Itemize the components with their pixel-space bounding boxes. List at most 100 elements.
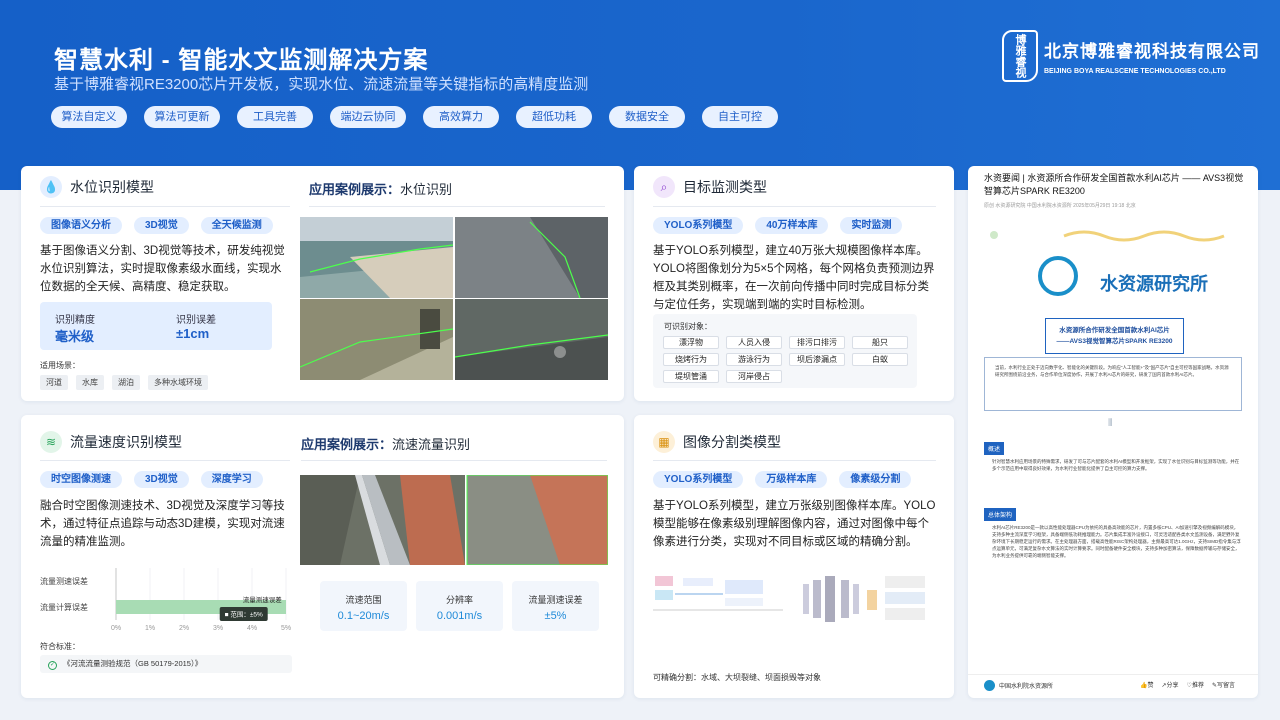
tag-pill: 时空图像测速 (40, 471, 122, 488)
object-chip: 烧烤行为 (663, 353, 719, 366)
tag-pill: 万级样本库 (755, 471, 828, 488)
page-subtitle: 基于博雅睿视RE3200芯片开发板，实现水位、流速流量等关键指标的高精度监测 (54, 76, 589, 93)
article-paragraph: 针对智慧水利应用场景的特殊需求，研发了可与芯片配套的水利AI模型和开发框架，实现… (992, 459, 1240, 471)
object-chip: 人员入侵 (726, 336, 782, 349)
target-detection-card: ⌕ 目标监测类型 YOLO系列模型 40万样本库 实时监测 基于YOLO系列模型… (634, 166, 954, 401)
article-banner: 水资源所合作研发全国首款水利AI芯片 ——AVS3视觉智算芯片SPARK RE32… (1045, 318, 1184, 354)
object-chip: 白蚁 (852, 353, 908, 366)
audio-icon: ⦀ (1108, 418, 1113, 429)
target-title: ⌕ 目标监测类型 (653, 176, 767, 198)
feature-tag: 算法可更新 (144, 106, 220, 128)
x-tick-label: 5% (281, 625, 291, 632)
annotation-label: 流量测速误差 (243, 595, 283, 604)
tag-pill: 全天候监测 (200, 217, 273, 234)
page-title: 智慧水利 - 智能水文监测解决方案 (54, 47, 429, 74)
comment-button[interactable]: ✎写留言 (1212, 680, 1235, 689)
tag-pill: 深度学习 (200, 471, 263, 488)
x-tick-label: 4% (247, 625, 257, 632)
water-level-photos (300, 217, 608, 380)
x-tick-label: 3% (213, 625, 223, 632)
institute-logo-icon (1038, 256, 1078, 296)
feature-tag: 自主可控 (702, 106, 778, 128)
share-button[interactable]: ↗分享 (1162, 680, 1179, 689)
error-chart: 0% 1% 2% 3% 4% 5%流量测速误差流量计算误差流量测速误差■ 范围：±5% (40, 568, 291, 632)
tag-pill: 实时监测 (840, 217, 903, 234)
stat-box: 流量测速误差 ±5% (512, 581, 599, 631)
header-banner (0, 0, 1280, 190)
recommend-button[interactable]: ♡推荐 (1187, 680, 1204, 689)
object-chip: 排污口排污 (789, 336, 845, 349)
standard-label: 符合标准： (40, 642, 80, 651)
metric-value: ±1cm (176, 326, 210, 341)
metric-label: 识别误差 (176, 315, 216, 326)
grid-icon: ▦ (653, 431, 675, 453)
object-chip: 漂浮物 (663, 336, 719, 349)
segmentation-card: ▦ 图像分割类模型 YOLO系列模型 万级样本库 像素级分割 基于YOLO系列模… (634, 415, 954, 698)
stat-box: 流速范围 0.1~20m/s (320, 581, 407, 631)
search-icon: ⌕ (653, 176, 675, 198)
feature-tag: 工具完善 (237, 106, 313, 128)
standard-item: ✓ 《河流流量测验规范（GB 50179-2015）》 (40, 655, 292, 673)
segmentation-caption: 可精确分割：水域、大坝裂缝、坝面损毁等对象 (653, 673, 821, 682)
object-chip: 船只 (852, 336, 908, 349)
water-level-desc: 基于图像语义分割、3D视觉等技术，研发纯视觉水位识别算法，实时提取像素级水面线，… (40, 245, 285, 293)
flow-card: ≋ 流量速度识别模型 时空图像测速 3D视觉 深度学习 融合时空图像测速技术、3… (21, 415, 624, 698)
segmentation-title: ▦ 图像分割类模型 (653, 431, 781, 453)
object-chip: 堤坝管涌 (663, 370, 719, 383)
case-title: 应用案例展示：水位识别 (309, 182, 453, 197)
x-tick-label: 1% (145, 625, 155, 632)
institute-name: 水资源研究所 (1100, 274, 1208, 294)
scene-chip: 河道 (40, 375, 68, 390)
logo-mark: 博雅睿视 (1002, 30, 1038, 82)
flow-title: ≋ 流量速度识别模型 (40, 431, 182, 453)
metric-value: 毫米级 (55, 329, 95, 344)
article-headline: 水资要闻 | 水资源所合作研发全国首款水利AI芯片 —— AVS3视觉智算芯片S… (984, 173, 1244, 196)
tag-pill: YOLO系列模型 (653, 471, 744, 488)
stat-box: 分辨率 0.001m/s (416, 581, 503, 631)
flow-case-title: 应用案例展示：流速流量识别 (301, 437, 471, 452)
account-footer[interactable]: 中国水利院水资源所 (984, 680, 1053, 691)
feature-tag: 数据安全 (609, 106, 685, 128)
check-icon: ✓ (48, 661, 57, 670)
water-level-card: 💧 水位识别模型 图像语义分析 3D视觉 全天候监测 基于图像语义分割、3D视觉… (21, 166, 624, 401)
scene-chip: 水库 (76, 375, 104, 390)
article-intro: 当前，水利行业正处于迈向数字化、智能化的关键阶段。为响应“人工智能+”及“国产芯… (984, 357, 1242, 411)
tag-pill: YOLO系列模型 (653, 217, 744, 234)
account-avatar-icon (984, 680, 995, 691)
tag-pill: 3D视觉 (134, 471, 189, 488)
water-drop-icon: 💧 (40, 176, 62, 198)
flow-photos (300, 475, 608, 565)
company-name-cn: 北京博雅睿视科技有限公司 (1044, 42, 1260, 61)
tag-pill: 像素级分割 (839, 471, 912, 488)
flow-desc: 融合时空图像测速技术、3D视觉及深度学习等技术，通过特征点追踪与动态3D建模，实… (40, 500, 285, 548)
news-article-card[interactable]: 水资要闻 | 水资源所合作研发全国首款水利AI芯片 —— AVS3视觉智算芯片S… (968, 166, 1258, 698)
decorative-banner (984, 226, 1242, 244)
like-button[interactable]: 👍赞 (1140, 680, 1154, 689)
scenes-label: 适用场景： (40, 361, 80, 370)
article-meta: 原创 水资源研究院 中国水利院水资源所 2025年05月29日 19:18 北京 (984, 203, 1136, 209)
water-level-title: 💧 水位识别模型 (40, 176, 154, 198)
feature-tag: 端边云协同 (330, 106, 406, 128)
feature-tag: 超低功耗 (516, 106, 592, 128)
feature-tag: 算法自定义 (51, 106, 127, 128)
metric-label: 识别精度 (55, 315, 95, 326)
tag-pill: 3D视觉 (134, 217, 189, 234)
segmentation-architecture-diagram (653, 570, 935, 632)
tag-pill: 图像语义分析 (40, 217, 122, 234)
tooltip-text: ■ 范围：±5% (225, 610, 263, 619)
objects-label: 可识别对象： (664, 322, 712, 331)
scene-chip: 多种水域环境 (148, 375, 208, 390)
section-heading: 总体架构 (984, 508, 1017, 521)
accuracy-metrics: 识别精度 毫米级 识别误差 ±1cm (40, 302, 272, 350)
y-tick-label: 流量计算误差 (40, 602, 88, 612)
object-chip: 坝后渗漏点 (789, 353, 845, 366)
company-logo: 博雅睿视 北京博雅睿视科技有限公司 BEIJING BOYA REALSCENE… (1002, 30, 1260, 82)
waves-icon: ≋ (40, 431, 62, 453)
x-tick-label: 2% (179, 625, 189, 632)
object-chip: 河岸侵占 (726, 370, 782, 383)
feature-tags: 算法自定义 算法可更新 工具完善 端边云协同 高效算力 超低功耗 数据安全 自主… (51, 106, 795, 128)
article-paragraph: 水利AI芯片RE3200是一款以高性能处理器CPU为依托的具备高效能的芯片，内置… (992, 525, 1241, 558)
object-chip: 游泳行为 (726, 353, 782, 366)
company-name-en: BEIJING BOYA REALSCENE TECHNOLOGIES CO.,… (1044, 68, 1226, 75)
tag-pill: 40万样本库 (755, 217, 829, 234)
